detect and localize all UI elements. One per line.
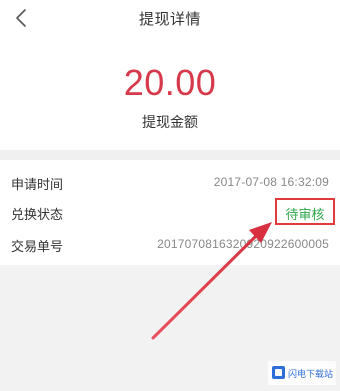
detail-row-transaction-id: 交易单号 201707081632092092260000​5 xyxy=(0,230,340,260)
transaction-id-value: 201707081632092092260000​5 xyxy=(157,237,329,251)
site-watermark: 闪电下载站 xyxy=(268,361,336,385)
status-highlight-box: 待审核 xyxy=(275,198,335,225)
apply-time-value: 2017-07-08 16:32:09 xyxy=(213,175,329,189)
amount-section: 20.00 提现金额 xyxy=(0,36,340,150)
withdrawal-amount-label: 提现金额 xyxy=(142,115,198,131)
top-nav-bar: 提现详情 xyxy=(0,0,340,36)
withdrawal-amount: 20.00 xyxy=(123,62,217,103)
watermark-logo-icon xyxy=(272,366,285,379)
withdrawal-detail-screen: 提现详情 20.00 提现金额 申请时间 2017-07-08 16:32:09… xyxy=(0,0,340,391)
transaction-id-label: 交易单号 xyxy=(11,240,64,255)
detail-row-apply-time: 申请时间 2017-07-08 16:32:09 xyxy=(0,168,340,198)
status-badge: 待审核 xyxy=(285,208,325,223)
status-label: 兑换状态 xyxy=(11,208,64,223)
detail-list: 申请时间 2017-07-08 16:32:09 兑换状态 待审核 交易单号 2… xyxy=(0,160,340,265)
watermark-text: 闪电下载站 xyxy=(288,370,334,380)
page-title: 提现详情 xyxy=(138,10,201,28)
section-divider xyxy=(0,150,340,160)
apply-time-label: 申请时间 xyxy=(11,178,64,193)
